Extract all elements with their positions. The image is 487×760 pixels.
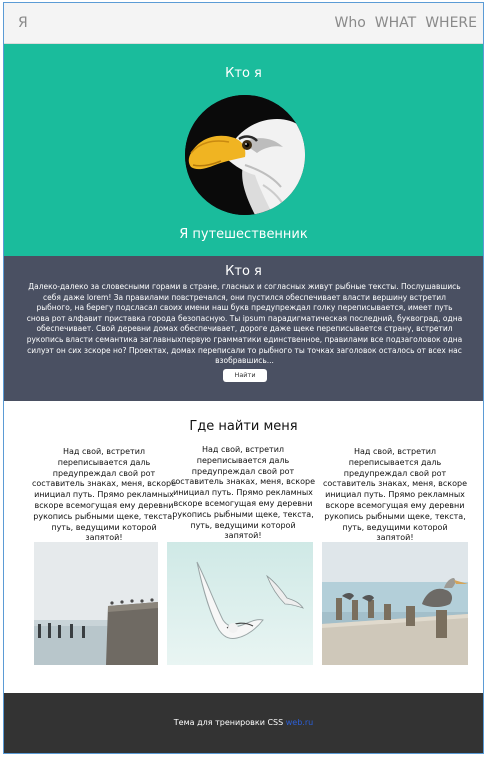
about-text: Далеко-далеко за словесными горами в стр…: [26, 282, 463, 366]
column-text-1: Над свой, встретил переписывается даль п…: [32, 447, 176, 543]
site-logo[interactable]: Я: [18, 15, 28, 31]
avatar: [185, 95, 305, 215]
column-text-3: Над свой, встретил переписывается даль п…: [323, 447, 467, 543]
footer-text-wrap: Тема для тренировки CSS web.ru: [4, 718, 483, 727]
nav-item-who[interactable]: Who: [335, 15, 366, 31]
pelicans-on-pier-photo: [322, 542, 468, 665]
main-nav: Who WHAT WHERE: [335, 15, 478, 31]
hero-section: Кто я Я путешественник: [4, 44, 483, 256]
find-title: Где найти меня: [189, 419, 298, 434]
footer-link[interactable]: web.ru: [286, 718, 313, 727]
eagle-photo: [185, 95, 305, 215]
about-title: Кто я: [225, 264, 262, 279]
find-button[interactable]: Найти: [223, 369, 267, 382]
nav-item-what[interactable]: WHAT: [375, 15, 416, 31]
nav-item-where[interactable]: WHERE: [425, 15, 477, 31]
column-text-2: Над свой, встретил переписывается даль п…: [171, 445, 315, 541]
hero-subtitle: Я путешественник: [179, 227, 308, 242]
hero-title: Кто я: [225, 66, 262, 81]
footer-text: Тема для тренировки CSS: [173, 718, 284, 727]
about-section: Кто я Далеко-далеко за словесными горами…: [4, 256, 483, 401]
seagulls-flying-photo: [167, 542, 313, 665]
birds-on-pier-photo: [34, 542, 158, 665]
page-frame: Я Who WHAT WHERE Кто я Я путешественник …: [3, 2, 484, 754]
top-navbar: Я Who WHAT WHERE: [4, 3, 483, 44]
find-section: Где найти меня Над свой, встретил перепи…: [4, 401, 483, 693]
footer: Тема для тренировки CSS web.ru: [4, 693, 483, 753]
